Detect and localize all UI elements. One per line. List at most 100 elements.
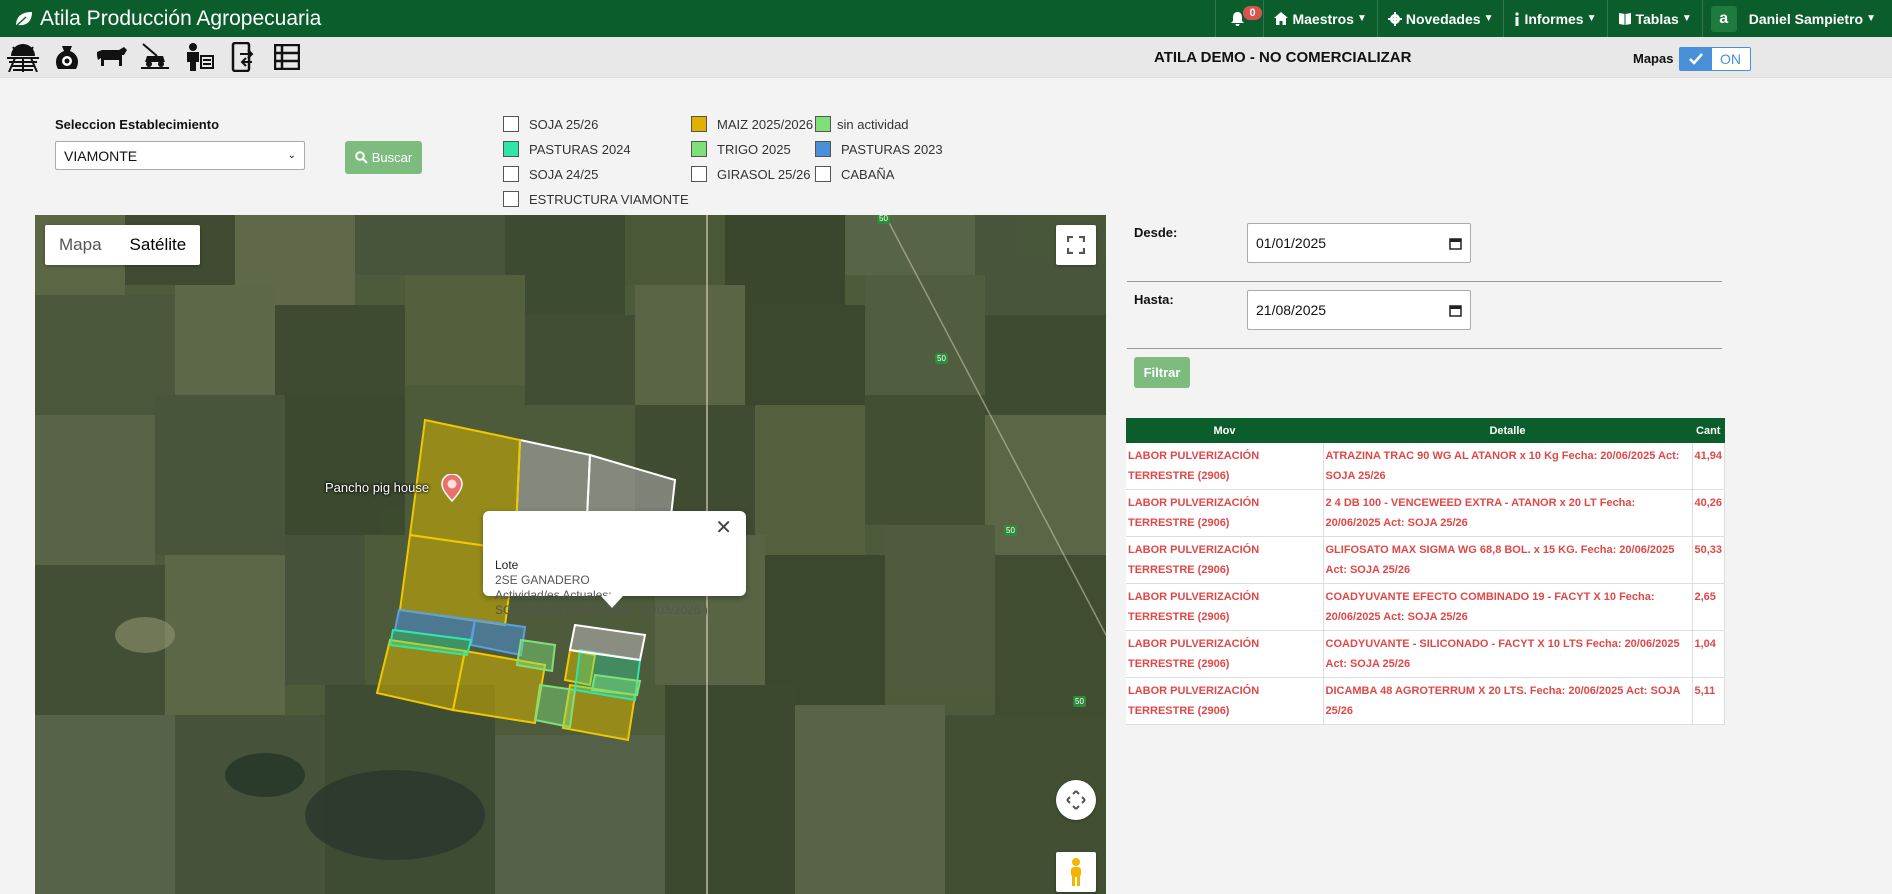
table-row[interactable]: LABOR PULVERIZACIÓN TERRESTRE (2906) GLI…: [1126, 536, 1726, 584]
legend-item-maiz-2025-2026[interactable]: MAIZ 2025/2026: [691, 116, 813, 132]
desde-value: 01/01/2025: [1256, 235, 1327, 251]
hasta-date-input[interactable]: 21/08/2025: [1247, 290, 1471, 330]
leaf-icon: [14, 11, 32, 28]
tractor-icon[interactable]: [138, 40, 172, 74]
legend-swatch: [691, 141, 707, 157]
table-row[interactable]: LABOR PULVERIZACIÓN TERRESTRE (2906) ATR…: [1126, 443, 1726, 490]
book-icon: [1618, 13, 1631, 25]
nav-novedades[interactable]: Novedades ▼: [1376, 0, 1504, 37]
popup-title: Lote: [495, 558, 519, 572]
establecimiento-value: VIAMONTE: [64, 147, 138, 164]
legend-item-pasturas-2024[interactable]: PASTURAS 2024: [503, 141, 631, 157]
table-row[interactable]: LABOR PULVERIZACIÓN TERRESTRE (2906) COA…: [1126, 630, 1726, 678]
map-tab-mapa[interactable]: Mapa: [45, 225, 116, 265]
buscar-button[interactable]: Buscar: [345, 141, 422, 174]
cell-detalle: GLIFOSATO MAX SIGMA WG 68,8 BOL. x 15 KG…: [1323, 536, 1693, 584]
app-title: Atila Producción Agropecuaria: [40, 6, 322, 30]
legend-item-cabana[interactable]: CABAÑA: [815, 166, 894, 182]
worker-icon[interactable]: [182, 40, 216, 74]
nav-maestros-label: Maestros: [1292, 10, 1354, 27]
legend-swatch: [815, 116, 831, 132]
legend-item-soja-24-25[interactable]: SOJA 24/25: [503, 166, 598, 182]
calendar-icon[interactable]: [1449, 304, 1462, 317]
place-label[interactable]: Pancho pig house: [325, 480, 429, 495]
place-pin-icon[interactable]: [440, 473, 464, 507]
fullscreen-icon: [1067, 236, 1085, 254]
cell-detalle: ATRAZINA TRAC 90 WG AL ATANOR x 10 Kg Fe…: [1323, 443, 1693, 490]
nav-tablas-label: Tablas: [1635, 10, 1679, 27]
filtrar-button[interactable]: Filtrar: [1134, 357, 1190, 388]
desde-date-input[interactable]: 01/01/2025: [1247, 223, 1471, 263]
seed-bag-icon[interactable]: [50, 40, 84, 74]
map-pan-control[interactable]: [1056, 780, 1096, 820]
calendar-icon[interactable]: [1449, 237, 1462, 250]
hasta-value: 21/08/2025: [1256, 302, 1327, 318]
popup-lote-name: 2SE GANADERO: [495, 573, 590, 587]
caret-down-icon: ▼: [1681, 13, 1692, 24]
column-header-detalle: Detalle: [1323, 418, 1692, 443]
caret-down-icon: ▼: [1356, 13, 1367, 24]
nav-informes-label: Informes: [1524, 10, 1584, 27]
road-tag: 50: [1073, 696, 1086, 707]
establecimiento-select[interactable]: VIAMONTE ⌄: [55, 141, 305, 170]
mapas-toggle[interactable]: ON: [1679, 47, 1751, 71]
nav-maestros[interactable]: Maestros ▼: [1263, 0, 1376, 37]
table-row[interactable]: LABOR PULVERIZACIÓN TERRESTRE (2906) 2 4…: [1126, 489, 1726, 537]
map-type-control: Mapa Satélite: [45, 225, 201, 265]
legend-item-pasturas-2023[interactable]: PASTURAS 2023: [815, 141, 943, 157]
satellite-map[interactable]: Mapa Satélite Pancho pig house 50 50 50 …: [35, 215, 1106, 894]
home-icon: [1274, 12, 1289, 25]
cell-mov: LABOR PULVERIZACIÓN TERRESTRE (2906): [1126, 677, 1324, 725]
list-icon[interactable]: [270, 40, 304, 74]
legend-swatch: [815, 166, 831, 182]
atila-logo-icon[interactable]: a: [1710, 5, 1737, 32]
legend-item-estructura-viamonte[interactable]: ESTRUCTURA VIAMONTE: [503, 191, 689, 207]
legend-swatch: [815, 141, 831, 157]
table-row[interactable]: LABOR PULVERIZACIÓN TERRESTRE (2906) DIC…: [1126, 677, 1726, 725]
street-view-pegman[interactable]: [1056, 852, 1096, 892]
table-row[interactable]: LABOR PULVERIZACIÓN TERRESTRE (2906) COA…: [1126, 583, 1726, 631]
info-icon: [1515, 11, 1520, 26]
desde-label: Desde:: [1134, 225, 1178, 240]
user-menu[interactable]: Daniel Sampietro ▼: [1745, 0, 1892, 37]
fullscreen-button[interactable]: [1056, 225, 1096, 265]
chevron-down-icon: ⌄: [287, 150, 296, 161]
search-icon: [354, 151, 368, 164]
app-brand[interactable]: Atila Producción Agropecuaria: [0, 7, 321, 31]
legend-label: TRIGO 2025: [717, 141, 791, 157]
road-tag: 50: [1004, 525, 1017, 536]
legend-label: SOJA 25/26: [529, 116, 599, 132]
divider: [1127, 348, 1722, 349]
toggle-state: ON: [1720, 51, 1741, 67]
cell-mov: LABOR PULVERIZACIÓN TERRESTRE (2906): [1126, 536, 1324, 584]
legend-item-soja-25-26[interactable]: SOJA 25/26: [503, 116, 598, 132]
sunrise-field-icon[interactable]: [6, 40, 40, 74]
mobile-sync-icon[interactable]: [226, 40, 260, 74]
legend-swatch: [691, 116, 707, 132]
cell-mov: LABOR PULVERIZACIÓN TERRESTRE (2906): [1126, 489, 1324, 537]
legend-swatch: [503, 116, 519, 132]
column-header-mov: Mov: [1126, 418, 1323, 443]
cell-detalle: COADYUVANTE - SILICONADO - FACYT X 10 LT…: [1323, 630, 1693, 678]
cell-detalle: DICAMBA 48 AGROTERRUM X 20 LTS. Fecha: 2…: [1323, 677, 1693, 725]
lote-info-popup: ✕ Lote 2SE GANADERO Actividad/es Actuale…: [483, 511, 746, 617]
gear-icon: [1387, 11, 1402, 26]
legend-swatch: [503, 166, 519, 182]
cell-cant: 41,94: [1692, 443, 1726, 490]
caret-down-icon: ▼: [1866, 13, 1876, 24]
notifications-badge: 0: [1243, 6, 1262, 20]
cell-detalle: 2 4 DB 100 - VENCEWEED EXTRA - ATANOR x …: [1323, 489, 1693, 537]
nav-tablas[interactable]: Tablas ▼: [1606, 0, 1702, 37]
road-tag: 50: [935, 353, 948, 364]
notifications-button[interactable]: 0: [1215, 0, 1263, 37]
nav-informes[interactable]: Informes ▼: [1503, 0, 1606, 37]
popup-tail: [601, 596, 623, 608]
cell-cant: 1,04: [1692, 630, 1726, 678]
legend-item-trigo-2025[interactable]: TRIGO 2025: [691, 141, 791, 157]
cow-icon[interactable]: [94, 40, 128, 74]
legend-item-girasol-25-26[interactable]: GIRASOL 25/26: [691, 166, 810, 182]
legend-label: CABAÑA: [841, 166, 895, 182]
map-tab-satelite[interactable]: Satélite: [116, 225, 201, 265]
legend-item-sin-actividad[interactable]: sin actividad: [815, 116, 909, 132]
close-icon[interactable]: ✕: [715, 518, 732, 538]
